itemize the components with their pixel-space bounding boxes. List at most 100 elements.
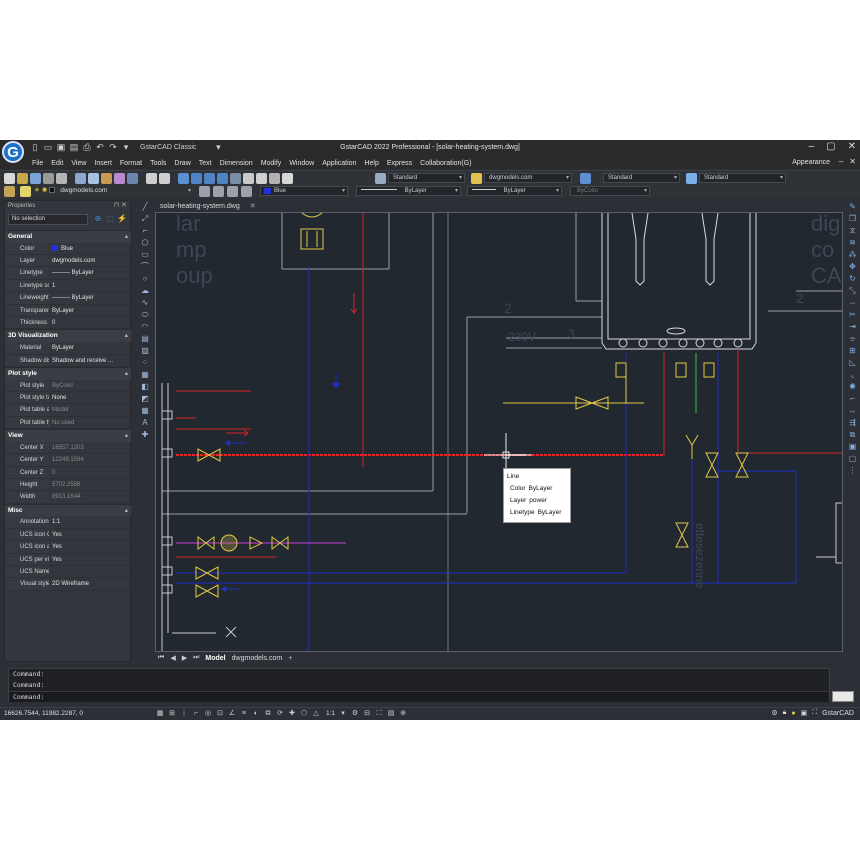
- selection-cycling-icon[interactable]: ⟳: [276, 710, 284, 718]
- plotstyle-select[interactable]: ByColor: [570, 186, 650, 196]
- hatch-icon[interactable]: ▦: [140, 370, 150, 380]
- property-value[interactable]: No used: [49, 417, 131, 428]
- document-tab[interactable]: solar-heating-system.dwg ✕: [160, 201, 256, 211]
- join-icon[interactable]: ⊞: [848, 346, 858, 356]
- undo-icon[interactable]: [146, 173, 157, 184]
- drawing-canvas[interactable]: lar mp oup dig co CA 2 2 3 230V etteseze…: [155, 212, 843, 652]
- workspace-selector[interactable]: GstarCAD Classic: [140, 144, 196, 151]
- make-current-icon[interactable]: [199, 186, 210, 197]
- preview-icon[interactable]: [56, 173, 67, 184]
- paste-icon[interactable]: [101, 173, 112, 184]
- doc-close-icon[interactable]: ✕: [849, 157, 856, 166]
- lock-icon[interactable]: 🔒︎: [783, 709, 787, 717]
- command-scrollbar[interactable]: [832, 691, 854, 702]
- lineweight-icon[interactable]: ≡: [240, 710, 248, 718]
- print-icon[interactable]: ⎙: [82, 142, 92, 152]
- app-logo-icon[interactable]: G: [2, 141, 24, 163]
- fillet-icon[interactable]: ◟: [848, 370, 858, 380]
- grid-icon[interactable]: ⊞: [168, 710, 176, 718]
- menu-application[interactable]: Application: [322, 160, 356, 167]
- property-row[interactable]: Lineweight ——— ByLayer: [5, 292, 131, 305]
- draworder-icon[interactable]: ⧉: [848, 430, 858, 440]
- menu-insert[interactable]: Insert: [94, 160, 112, 167]
- tab-add-icon[interactable]: +: [288, 655, 292, 662]
- property-row[interactable]: Shadow disp...Shadow and receive ...: [5, 354, 131, 367]
- property-value[interactable]: 0: [49, 467, 131, 478]
- dim-style-select[interactable]: dwgmodels.com: [484, 173, 572, 183]
- property-value[interactable]: Yes: [49, 529, 131, 540]
- layer-previous-icon[interactable]: [213, 186, 224, 197]
- property-row[interactable]: Visual styles2D Wireframe: [5, 578, 131, 591]
- tab-first-icon[interactable]: ⏮: [158, 654, 164, 662]
- property-value[interactable]: 1: [49, 280, 131, 291]
- text-style-select[interactable]: Standard: [388, 173, 465, 183]
- make-block-icon[interactable]: ▧: [140, 346, 150, 356]
- ortho-icon[interactable]: ⌐: [192, 710, 200, 718]
- restore-icon[interactable]: ▢: [826, 141, 835, 152]
- menu-edit[interactable]: Edit: [51, 160, 63, 167]
- mleader-style-select[interactable]: Standard: [699, 173, 786, 183]
- tab-layout-dwgmodels[interactable]: dwgmodels.com: [232, 655, 283, 662]
- menu-help[interactable]: Help: [364, 160, 378, 167]
- table-icon[interactable]: ▦: [140, 406, 150, 416]
- property-row[interactable]: UCS icon OnYes: [5, 528, 131, 542]
- section-header[interactable]: General: [5, 230, 131, 243]
- status-customize-icon[interactable]: ▤: [387, 710, 395, 718]
- erase-icon[interactable]: ✎: [848, 202, 858, 212]
- circle-icon[interactable]: ○: [140, 274, 150, 284]
- document-tab-close-icon[interactable]: ✕: [250, 202, 256, 210]
- property-value[interactable]: Yes: [49, 554, 131, 565]
- section-header[interactable]: Plot style: [5, 366, 131, 380]
- command-input[interactable]: Command:: [9, 691, 829, 702]
- zoom-previous-icon[interactable]: [217, 173, 228, 184]
- property-value[interactable]: ——— ByLayer: [49, 292, 131, 303]
- rectangle-icon[interactable]: ▭: [140, 250, 150, 260]
- section-header[interactable]: View: [5, 429, 131, 443]
- property-row[interactable]: Center Z0: [5, 466, 131, 479]
- trim-icon[interactable]: ✂: [848, 310, 858, 320]
- hardware-accel-icon[interactable]: ▣: [801, 709, 808, 717]
- zoom-realtime-icon[interactable]: [191, 173, 202, 184]
- property-row[interactable]: Material ByLayer: [5, 342, 131, 355]
- lineweight-select[interactable]: ByLayer: [467, 186, 562, 196]
- tab-next-icon[interactable]: ▶: [182, 654, 187, 662]
- layer-manager-icon[interactable]: [4, 186, 15, 197]
- cut-icon[interactable]: [75, 173, 86, 184]
- property-value[interactable]: Blue: [49, 243, 131, 254]
- close-icon[interactable]: ✕: [848, 141, 856, 152]
- gradient-icon[interactable]: ◧: [140, 382, 150, 392]
- arc-icon[interactable]: ⌒: [140, 262, 150, 272]
- section-header[interactable]: 3D Visualization: [5, 329, 131, 343]
- property-row[interactable]: Plot style tableNone: [5, 391, 131, 405]
- selection-dropdown[interactable]: No selection: [8, 214, 88, 225]
- group-icon[interactable]: ▣: [848, 442, 858, 452]
- minimize-icon[interactable]: –: [809, 141, 815, 152]
- property-row[interactable]: UCS per vie...Yes: [5, 553, 131, 567]
- settings-gear-icon[interactable]: ⚙: [771, 709, 777, 717]
- property-value[interactable]: 8913.1644: [49, 491, 131, 502]
- property-value[interactable]: dwgmodels.com: [49, 255, 131, 266]
- property-value[interactable]: 2D Wireframe: [49, 578, 131, 589]
- undo-icon[interactable]: ↶: [95, 142, 105, 152]
- insert-block-icon[interactable]: ▤: [140, 334, 150, 344]
- lengthen-icon[interactable]: ↔: [848, 406, 858, 416]
- construction-line-icon[interactable]: ⤢: [140, 214, 150, 224]
- annotation-visibility-icon[interactable]: ✚: [288, 710, 296, 718]
- toggle-pickadd-icon[interactable]: ⊕: [93, 214, 103, 224]
- bulb-icon[interactable]: ●: [791, 710, 795, 717]
- tab-prev-icon[interactable]: ◀: [170, 654, 175, 662]
- layer-select[interactable]: [34, 186, 194, 196]
- fullscreen-icon[interactable]: ⛶: [375, 710, 383, 718]
- property-value[interactable]: ByColor: [49, 380, 131, 391]
- array-icon[interactable]: ⁂: [848, 250, 858, 260]
- menu-dimension[interactable]: Dimension: [220, 160, 253, 167]
- menu-view[interactable]: View: [71, 160, 86, 167]
- property-row[interactable]: UCS Name: [5, 566, 131, 579]
- redo-icon[interactable]: ↷: [108, 142, 118, 152]
- property-value[interactable]: 12249.1594: [49, 454, 131, 465]
- property-row[interactable]: Annotation s...1:1: [5, 516, 131, 529]
- property-row[interactable]: UCS icon at ...Yes: [5, 541, 131, 554]
- property-row[interactable]: Layer dwgmodels.com: [5, 255, 131, 268]
- property-value[interactable]: Model: [49, 404, 131, 415]
- property-value[interactable]: 16557.1203: [49, 442, 131, 453]
